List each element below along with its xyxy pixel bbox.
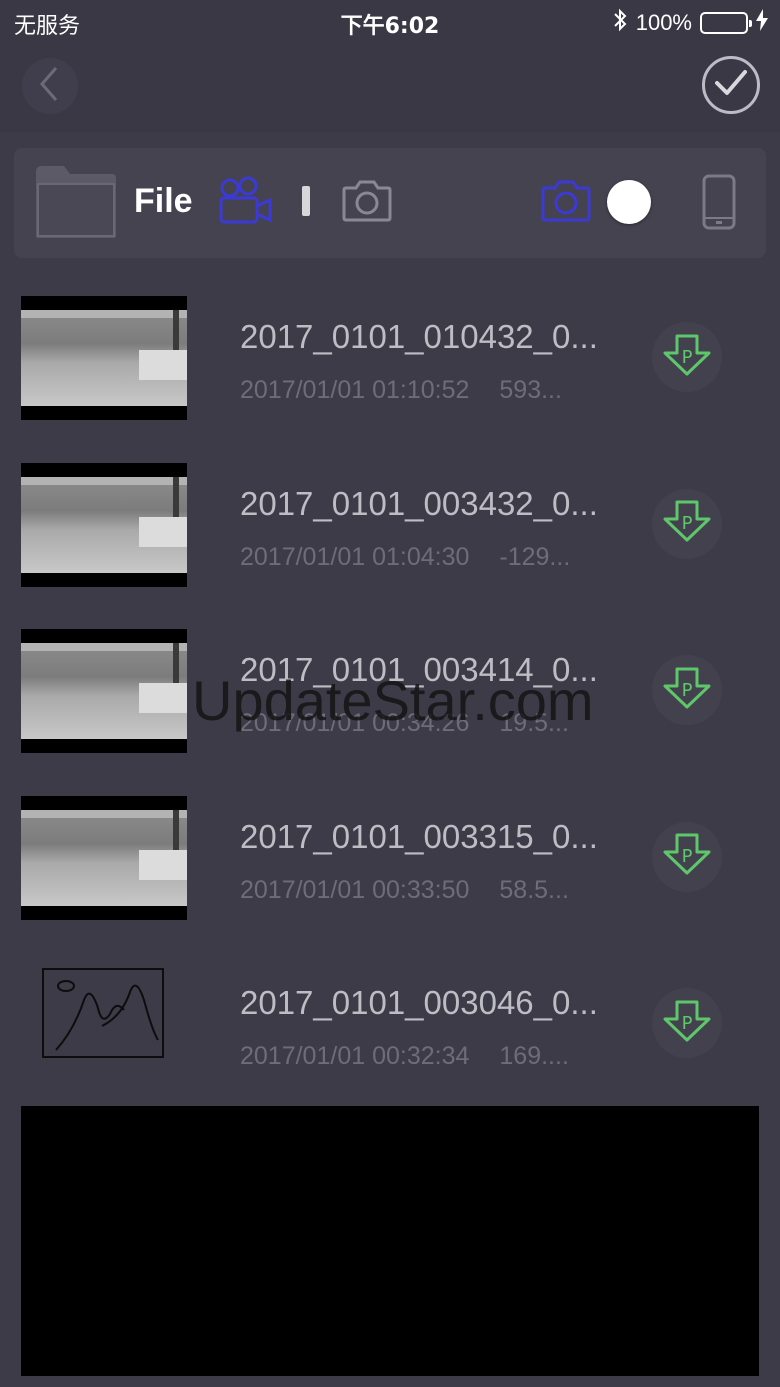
- phone-icon[interactable]: [702, 174, 736, 235]
- file-date: 2017/01/01 00:34:26: [240, 709, 470, 737]
- download-p-icon: P: [661, 832, 713, 881]
- file-list: 2017_0101_010432_0... 2017/01/01 01:10:5…: [0, 272, 780, 1105]
- nav-bar: [0, 44, 780, 132]
- battery-percent: 100%: [635, 10, 692, 35]
- download-button[interactable]: P: [652, 488, 722, 559]
- file-size: 169....: [499, 1042, 569, 1070]
- svg-text:P: P: [682, 347, 693, 368]
- video-camera-icon[interactable]: [218, 176, 274, 231]
- file-size: 19.5...: [499, 709, 569, 737]
- file-meta: 2017/01/01 01:04:30 -129...: [240, 543, 583, 572]
- file-type-toolbar: File: [14, 148, 766, 258]
- file-size: 58.5...: [499, 875, 569, 904]
- file-thumbnail: [21, 296, 187, 420]
- source-toggle[interactable]: [607, 180, 651, 224]
- back-button[interactable]: [22, 58, 78, 114]
- file-date: 2017/01/01 01:04:30: [240, 542, 470, 571]
- download-button[interactable]: P: [652, 821, 722, 892]
- file-name: 2017_0101_003432_0...: [240, 484, 598, 522]
- file-date: 2017/01/01 01:10:52: [240, 376, 470, 404]
- bluetooth-icon: [612, 8, 628, 38]
- download-button[interactable]: P: [652, 655, 722, 725]
- battery-icon: [700, 12, 752, 34]
- download-p-icon: P: [661, 666, 713, 715]
- download-button[interactable]: P: [652, 988, 722, 1058]
- file-label: File: [134, 182, 193, 220]
- status-bar: 无服务 下午6:02 100%: [0, 0, 780, 44]
- file-meta: 2017/01/01 00:33:50 58.5...: [240, 876, 583, 905]
- file-name: 2017_0101_003414_0...: [240, 651, 598, 688]
- download-button[interactable]: P: [652, 322, 722, 392]
- chevron-left-icon: [38, 66, 62, 107]
- file-name: 2017_0101_003315_0...: [240, 817, 598, 855]
- camera-icon[interactable]: [342, 178, 392, 227]
- svg-text:P: P: [682, 1013, 693, 1034]
- file-size: -129...: [499, 542, 571, 571]
- file-row[interactable]: 2017_0101_003432_0... 2017/01/01 01:04:3…: [0, 439, 780, 606]
- video-preview[interactable]: [21, 1106, 759, 1376]
- file-meta: 2017/01/01 00:34:26 19.5...: [240, 709, 583, 738]
- file-row[interactable]: 2017_0101_003046_0... 2017/01/01 00:32:3…: [0, 938, 780, 1105]
- checkmark-icon: [714, 69, 748, 102]
- file-date: 2017/01/01 00:32:34: [240, 1042, 470, 1070]
- file-thumbnail: [42, 968, 164, 1058]
- carrier-label: 无服务: [14, 14, 81, 39]
- svg-text:P: P: [682, 513, 693, 534]
- download-p-icon: P: [661, 499, 713, 548]
- file-thumbnail: [21, 795, 187, 920]
- charging-icon: [756, 9, 768, 37]
- download-p-icon: P: [661, 999, 713, 1048]
- download-p-icon: P: [661, 333, 713, 382]
- tab-divider: [302, 186, 310, 216]
- file-name: 2017_0101_010432_0...: [240, 318, 598, 355]
- file-size: 593...: [499, 376, 562, 404]
- file-row[interactable]: 2017_0101_003414_0... 2017/01/01 00:34:2…: [0, 605, 780, 772]
- file-meta: 2017/01/01 00:32:34 169....: [240, 1042, 583, 1071]
- file-name: 2017_0101_003046_0...: [240, 984, 598, 1021]
- file-row[interactable]: 2017_0101_003315_0... 2017/01/01 00:33:5…: [0, 772, 780, 939]
- file-meta: 2017/01/01 01:10:52 593...: [240, 376, 583, 405]
- folder-icon: [34, 164, 118, 245]
- file-row[interactable]: 2017_0101_010432_0... 2017/01/01 01:10:5…: [0, 272, 780, 439]
- camera-toggle-icon[interactable]: [541, 178, 591, 227]
- file-date: 2017/01/01 00:33:50: [240, 875, 470, 904]
- svg-text:P: P: [682, 680, 693, 701]
- svg-text:P: P: [682, 846, 693, 867]
- status-right: 100%: [612, 8, 768, 38]
- file-thumbnail: [21, 462, 187, 587]
- file-thumbnail: [21, 629, 187, 753]
- confirm-button[interactable]: [702, 56, 760, 114]
